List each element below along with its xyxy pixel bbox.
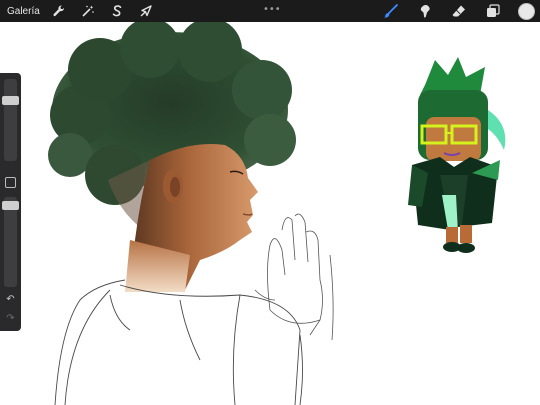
gallery-button[interactable]: Galería <box>7 6 40 17</box>
left-sidebar: ↶ ↷ <box>0 73 21 331</box>
brush-tool[interactable] <box>382 2 400 20</box>
top-toolbar: Galería ••• <box>0 0 540 22</box>
brush-size-thumb[interactable] <box>2 96 19 105</box>
selection-s-icon <box>112 5 122 17</box>
brush-size-slider[interactable] <box>4 79 17 161</box>
undo-button[interactable]: ↶ <box>4 294 17 306</box>
body-sketch <box>54 279 303 405</box>
eraser-icon <box>452 5 465 17</box>
arrow-cursor-icon <box>140 5 152 17</box>
layers-button[interactable] <box>484 2 502 20</box>
opacity-slider[interactable] <box>4 197 17 287</box>
brush-icon <box>384 4 398 18</box>
magic-wand-icon <box>82 5 94 17</box>
smudge-tool[interactable] <box>416 2 434 20</box>
more-menu-dots[interactable]: ••• <box>263 4 281 15</box>
selection-button[interactable] <box>108 2 126 20</box>
actions-button[interactable] <box>50 2 68 20</box>
opacity-thumb[interactable] <box>2 201 19 210</box>
transform-button[interactable] <box>137 2 155 20</box>
redo-button[interactable]: ↷ <box>4 313 17 325</box>
green-cookie-character <box>408 57 506 253</box>
wrench-icon <box>53 5 64 17</box>
eraser-tool[interactable] <box>450 2 468 20</box>
drawing-canvas[interactable] <box>0 22 540 405</box>
hand-sketch <box>254 213 334 341</box>
artwork <box>48 22 506 405</box>
smudge-icon <box>420 4 430 18</box>
color-picker-swatch[interactable] <box>518 2 535 20</box>
modify-button[interactable] <box>5 177 16 188</box>
right-tools-group <box>382 0 540 22</box>
adjustments-button[interactable] <box>79 2 97 20</box>
layers-icon <box>487 4 500 17</box>
